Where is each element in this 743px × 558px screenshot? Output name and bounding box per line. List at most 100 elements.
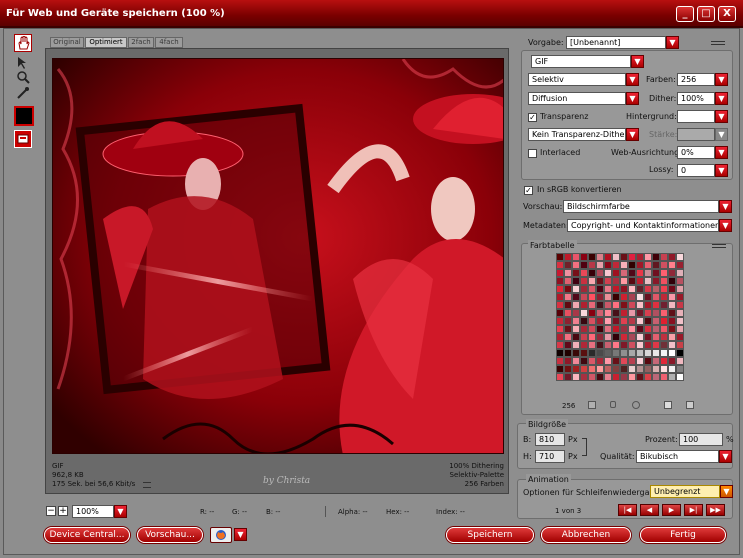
color-swatch[interactable] <box>596 325 604 333</box>
color-swatch[interactable] <box>564 301 572 309</box>
color-swatch[interactable] <box>660 373 668 381</box>
color-swatch[interactable] <box>596 349 604 357</box>
color-swatch[interactable] <box>612 309 620 317</box>
color-swatch[interactable] <box>636 357 644 365</box>
color-swatch[interactable] <box>652 309 660 317</box>
color-swatch[interactable] <box>628 277 636 285</box>
color-swatch[interactable] <box>660 365 668 373</box>
color-swatch[interactable] <box>660 317 668 325</box>
color-swatch[interactable] <box>668 277 676 285</box>
color-swatch[interactable] <box>556 333 564 341</box>
color-swatch[interactable] <box>636 349 644 357</box>
color-swatch[interactable] <box>660 261 668 269</box>
color-swatch[interactable] <box>596 341 604 349</box>
color-swatch[interactable] <box>604 325 612 333</box>
color-swatch[interactable] <box>620 349 628 357</box>
color-swatch[interactable] <box>644 357 652 365</box>
color-swatch[interactable] <box>572 277 580 285</box>
color-swatch[interactable] <box>628 269 636 277</box>
color-swatch[interactable] <box>620 293 628 301</box>
color-swatch[interactable] <box>620 285 628 293</box>
color-swatch[interactable] <box>668 261 676 269</box>
color-swatch[interactable] <box>604 349 612 357</box>
color-swatch[interactable] <box>676 341 684 349</box>
color-swatch[interactable] <box>572 341 580 349</box>
color-swatch[interactable] <box>660 269 668 277</box>
color-swatch[interactable] <box>636 333 644 341</box>
color-swatch[interactable] <box>620 309 628 317</box>
color-swatch[interactable] <box>580 309 588 317</box>
color-swatch[interactable] <box>572 365 580 373</box>
color-swatch[interactable] <box>612 349 620 357</box>
color-swatch[interactable] <box>604 365 612 373</box>
colors-input[interactable]: 256 <box>677 73 715 86</box>
color-swatch[interactable] <box>660 285 668 293</box>
srgb-checkbox[interactable]: ✓ <box>524 186 533 195</box>
color-swatch[interactable] <box>652 293 660 301</box>
color-swatch[interactable] <box>612 325 620 333</box>
color-swatch[interactable] <box>652 341 660 349</box>
color-swatch[interactable] <box>676 285 684 293</box>
metadata-dropdown[interactable]: ▼ <box>719 219 732 232</box>
color-swatch[interactable] <box>572 301 580 309</box>
color-swatch[interactable] <box>652 261 660 269</box>
constrain-proportions-icon[interactable] <box>582 438 587 456</box>
color-swatch[interactable] <box>580 285 588 293</box>
color-swatch[interactable] <box>668 333 676 341</box>
color-swatch[interactable] <box>668 325 676 333</box>
color-swatch[interactable] <box>620 373 628 381</box>
color-swatch[interactable] <box>588 293 596 301</box>
color-swatch[interactable] <box>612 365 620 373</box>
color-swatch[interactable] <box>676 365 684 373</box>
color-swatch[interactable] <box>660 325 668 333</box>
delete-color-icon[interactable] <box>686 401 694 409</box>
color-swatch[interactable] <box>652 365 660 373</box>
color-swatch[interactable] <box>588 357 596 365</box>
color-swatch[interactable] <box>596 253 604 261</box>
color-swatch[interactable] <box>564 293 572 301</box>
color-swatch[interactable] <box>628 253 636 261</box>
color-swatch[interactable] <box>676 357 684 365</box>
dither-input[interactable]: 100% <box>677 92 715 105</box>
color-swatch[interactable] <box>644 301 652 309</box>
color-swatch[interactable] <box>636 301 644 309</box>
matte-dropdown[interactable]: ▼ <box>715 110 728 123</box>
metadata-select[interactable]: Copyright- und Kontaktinformationen <box>567 219 719 232</box>
color-swatch[interactable] <box>644 285 652 293</box>
width-input[interactable]: 810 <box>535 433 565 446</box>
dither-dropdown[interactable]: ▼ <box>715 92 728 105</box>
web-safe-icon[interactable] <box>632 401 640 409</box>
color-swatch[interactable] <box>676 349 684 357</box>
lossy-input[interactable]: 0 <box>677 164 715 177</box>
color-swatch[interactable] <box>580 317 588 325</box>
color-swatch[interactable] <box>612 261 620 269</box>
reduction-select[interactable]: Selektiv <box>528 73 626 86</box>
color-swatch[interactable] <box>620 341 628 349</box>
color-swatch[interactable] <box>596 277 604 285</box>
color-swatch[interactable] <box>628 261 636 269</box>
color-swatch[interactable] <box>620 301 628 309</box>
color-swatch[interactable] <box>556 365 564 373</box>
color-swatch[interactable] <box>644 253 652 261</box>
browser-select[interactable] <box>210 527 232 543</box>
color-swatch[interactable] <box>652 357 660 365</box>
color-swatch[interactable] <box>564 373 572 381</box>
color-swatch[interactable] <box>668 357 676 365</box>
color-swatch[interactable] <box>676 309 684 317</box>
color-swatch[interactable] <box>588 317 596 325</box>
color-swatch[interactable] <box>556 357 564 365</box>
transparency-dither-select[interactable]: Kein Transparenz-Dither <box>528 128 626 141</box>
color-swatch[interactable] <box>596 285 604 293</box>
height-input[interactable]: 710 <box>535 450 565 463</box>
color-swatch[interactable] <box>628 373 636 381</box>
reduction-dropdown[interactable]: ▼ <box>626 73 639 86</box>
color-swatch[interactable] <box>644 365 652 373</box>
color-swatch[interactable] <box>604 277 612 285</box>
color-swatch[interactable] <box>556 341 564 349</box>
color-swatch[interactable] <box>556 285 564 293</box>
color-swatch[interactable] <box>636 317 644 325</box>
color-swatch[interactable] <box>556 277 564 285</box>
color-swatch[interactable] <box>580 293 588 301</box>
color-swatch[interactable] <box>628 349 636 357</box>
color-swatch[interactable] <box>580 253 588 261</box>
